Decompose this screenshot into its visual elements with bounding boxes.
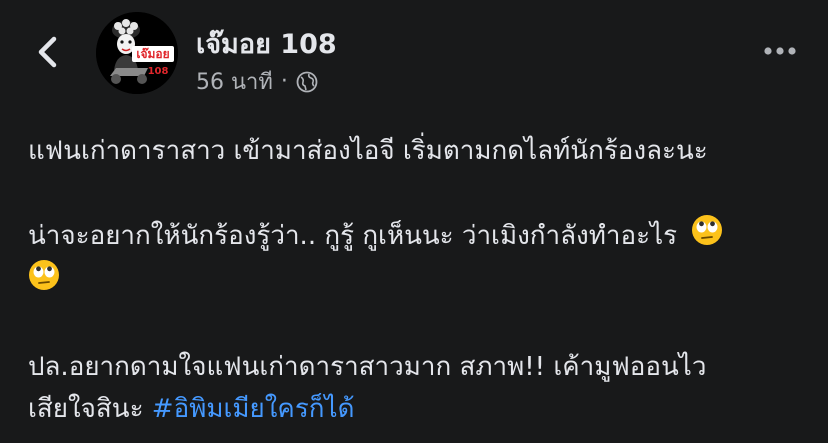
chevron-left-icon	[38, 36, 57, 68]
more-options-button[interactable]	[760, 36, 800, 66]
post-view: เจ๊มอย 108 เจ๊มอย 108 56 นาที · แฟนเก่าด…	[0, 0, 828, 443]
logo-text: เจ๊มอย	[136, 47, 169, 61]
more-horizontal-icon	[764, 47, 796, 55]
post-line-1: แฟนเก่าดาราสาว เข้ามาส่องไอจี เริ่มตามกด…	[28, 136, 708, 166]
rolling-eyes-emoji-icon	[691, 214, 723, 259]
rolling-eyes-emoji-icon	[28, 259, 60, 304]
post-line-3b: เสียใจสินะ	[28, 394, 144, 424]
post-time[interactable]: 56 นาที	[196, 64, 273, 99]
post-line-2: น่าจะอยากให้นักร้องรู้ว่า.. กูรู้ กูเห็น…	[28, 221, 678, 251]
post-paragraph-2: น่าจะอยากให้นักร้องรู้ว่า.. กูรู้ กูเห็น…	[28, 214, 808, 304]
post-paragraph-3: ปล.อยากดามใจแฟนเก่าดาราสาวมาก สภาพ!! เค้…	[28, 346, 808, 430]
avatar[interactable]: เจ๊มอย 108	[96, 12, 178, 94]
page-logo: เจ๊มอย 108	[96, 12, 178, 94]
back-button[interactable]	[28, 30, 68, 74]
meta-separator: ·	[280, 69, 288, 94]
page-name[interactable]: เจ๊มอย 108	[196, 22, 337, 65]
post-text: แฟนเก่าดาราสาว เข้ามาส่องไอจี เริ่มตามกด…	[28, 130, 808, 430]
globe-icon	[296, 71, 318, 92]
post-line-3a: ปล.อยากดามใจแฟนเก่าดาราสาวมาก สภาพ!! เค้…	[28, 352, 707, 382]
hashtag-link[interactable]: #อิพิมเมียใครก็ได้	[152, 394, 355, 424]
logo-number: 108	[148, 66, 169, 77]
post-meta: 56 นาที ·	[196, 64, 318, 99]
